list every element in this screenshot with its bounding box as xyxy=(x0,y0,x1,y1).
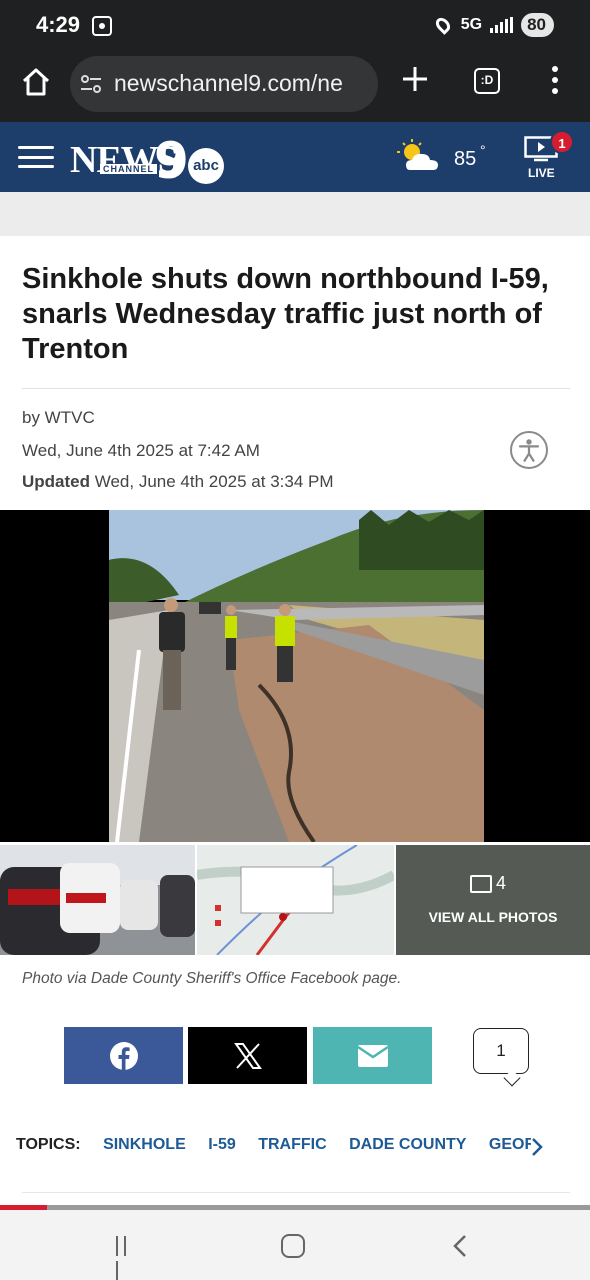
live-notification-badge: 1 xyxy=(550,130,574,154)
degree-symbol: ° xyxy=(480,142,486,158)
comments-button[interactable]: 1 xyxy=(473,1028,529,1074)
facebook-icon xyxy=(109,1041,138,1070)
photo-thumbnails: 4 VIEW ALL PHOTOS xyxy=(0,845,590,955)
tune-icon[interactable] xyxy=(80,74,102,94)
photo-caption: Photo via Dade County Sheriff's Office F… xyxy=(22,970,402,987)
topics-label: TOPICS: xyxy=(16,1136,81,1153)
plus-icon[interactable] xyxy=(400,64,430,94)
weather-partly-sunny-icon[interactable] xyxy=(396,138,444,174)
system-navigation-bar xyxy=(0,1210,590,1280)
sinkhole-road-photo[interactable] xyxy=(109,510,484,842)
status-bar: 4:29 5G 80 xyxy=(0,0,590,52)
address-bar[interactable]: newschannel9.com/ne xyxy=(70,56,378,112)
published-date: Wed, June 4th 2025 at 7:42 AM xyxy=(22,441,260,460)
chevron-right-icon[interactable] xyxy=(530,1136,544,1158)
logo-nine: 9 xyxy=(154,132,189,190)
screen-record-icon xyxy=(92,16,112,36)
email-icon xyxy=(357,1044,388,1067)
updated-value: Wed, June 4th 2025 at 3:34 PM xyxy=(94,472,334,491)
byline: by WTVC xyxy=(22,408,95,427)
article-headline: Sinkhole shuts down northbound I-59, sna… xyxy=(22,263,549,365)
home-icon[interactable] xyxy=(20,66,52,98)
url-text[interactable]: newschannel9.com/ne xyxy=(114,70,370,97)
share-facebook-button[interactable] xyxy=(64,1027,183,1084)
gallery-count: 4 xyxy=(496,873,507,893)
updated-date: Updated Wed, June 4th 2025 at 3:34 PM xyxy=(22,472,334,492)
divider xyxy=(22,388,570,389)
logo-abc: abc xyxy=(188,148,224,184)
temperature[interactable]: 85 xyxy=(454,148,476,171)
thumbnail-traffic[interactable] xyxy=(0,845,195,955)
topics-bar: TOPICS: SINKHOLE I-59 TRAFFIC DADE COUNT… xyxy=(16,1136,531,1160)
battery-indicator: 80 xyxy=(521,13,554,37)
thumbnail-map[interactable] xyxy=(197,845,394,955)
view-all-photos-tile[interactable]: 4 VIEW ALL PHOTOS xyxy=(396,845,590,955)
divider xyxy=(22,1192,570,1193)
back-icon[interactable] xyxy=(450,1234,472,1258)
topic-link[interactable]: I-59 xyxy=(208,1136,236,1153)
status-indicators: 5G 80 xyxy=(432,13,554,37)
share-email-button[interactable] xyxy=(313,1027,432,1084)
topic-link[interactable]: TRAFFIC xyxy=(258,1136,326,1153)
browser-toolbar: newschannel9.com/ne :D xyxy=(0,52,590,122)
status-time: 4:29 xyxy=(36,12,81,37)
view-all-photos-label[interactable]: VIEW ALL PHOTOS xyxy=(396,909,590,925)
topic-link[interactable]: GEORGIA xyxy=(489,1136,531,1153)
topic-link[interactable]: DADE COUNTY xyxy=(349,1136,466,1153)
topic-link[interactable]: SINKHOLE xyxy=(103,1136,186,1153)
logo-channel: CHANNEL xyxy=(100,164,157,174)
location-icon xyxy=(432,15,453,35)
live-label[interactable]: LIVE xyxy=(528,166,555,180)
tab-switcher-icon[interactable]: :D xyxy=(474,68,500,94)
hamburger-icon[interactable] xyxy=(18,146,54,168)
ad-placeholder xyxy=(0,192,590,236)
network-type: 5G xyxy=(460,16,483,33)
recent-apps-icon[interactable] xyxy=(116,1236,138,1280)
home-nav-icon[interactable] xyxy=(281,1234,305,1258)
updated-label: Updated xyxy=(22,472,90,491)
overflow-menu-icon[interactable] xyxy=(548,66,562,96)
x-icon xyxy=(233,1042,262,1069)
share-x-button[interactable] xyxy=(188,1027,307,1084)
signal-icon xyxy=(490,17,514,33)
site-header: NEWS CHANNEL 9 abc 85 ° 1 LIVE xyxy=(0,122,590,192)
main-photo[interactable] xyxy=(0,510,590,842)
accessibility-icon[interactable] xyxy=(510,431,548,469)
gallery-icon xyxy=(470,875,492,893)
